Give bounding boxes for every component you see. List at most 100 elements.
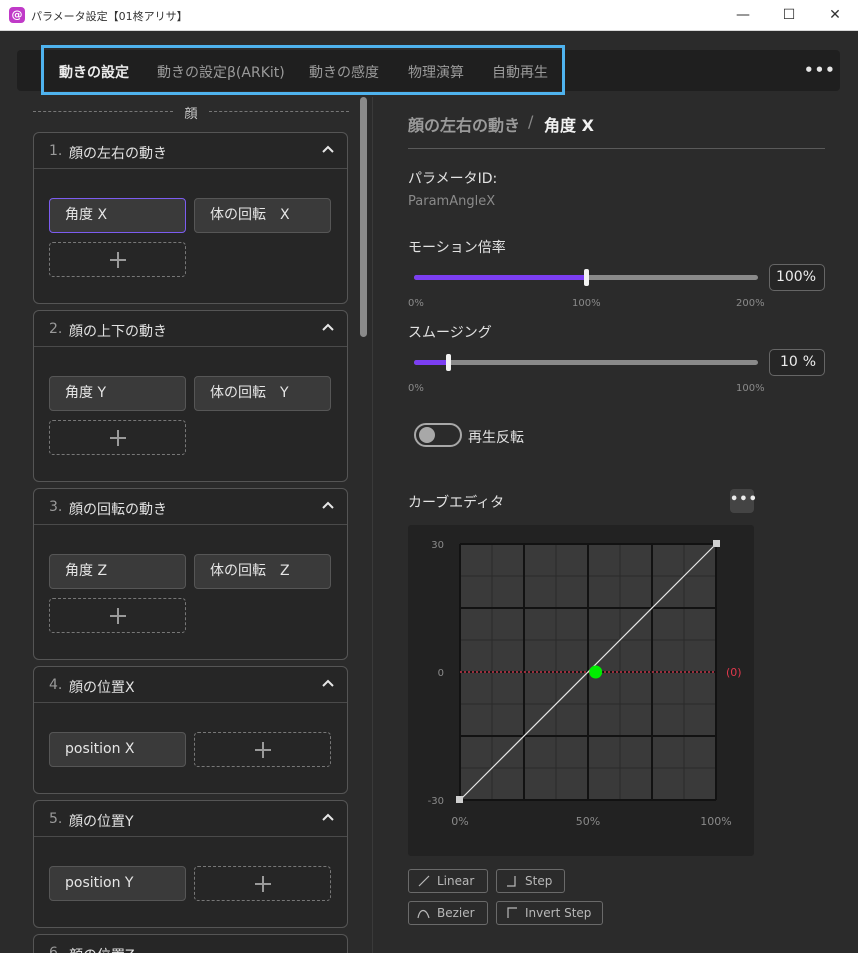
add-input-slot[interactable] — [194, 732, 331, 767]
invert-playback-label: 再生反転 — [468, 430, 524, 446]
section-header: 顔 — [33, 101, 349, 122]
panel-divider — [372, 97, 373, 953]
group-header[interactable]: 2. 顔の上下の動き — [34, 311, 347, 347]
curve-editor-label: カーブエディタ — [408, 495, 505, 511]
chip-angle-y[interactable]: 角度 Y — [49, 376, 186, 411]
chip-angle-z[interactable]: 角度 Z — [49, 554, 186, 589]
bezier-icon — [417, 904, 431, 919]
chip-angle-x[interactable]: 角度 X — [49, 198, 186, 233]
section-divider-left — [33, 111, 173, 112]
chip-position-y[interactable]: position Y — [49, 866, 186, 901]
curve-current-point — [589, 665, 603, 679]
page-title: 角度 X — [544, 116, 594, 135]
group-title: 顔の上下の動き — [69, 324, 167, 340]
section-divider-right — [209, 111, 349, 112]
group-title: 顔の回転の動き — [69, 502, 167, 518]
curve-y-tick-zero: 0 — [438, 668, 444, 679]
group-header[interactable]: 6. 顔の位置Z — [34, 935, 347, 953]
smoothing-thumb[interactable] — [446, 354, 452, 371]
breadcrumb-parent[interactable]: 顔の左右の動き — [408, 112, 520, 136]
chip-body-rotation-y[interactable]: 体の回転 Y — [194, 376, 331, 411]
curve-more-button[interactable]: ••• — [730, 489, 757, 513]
group-header[interactable]: 1. 顔の左右の動き — [34, 133, 347, 169]
plus-icon — [109, 429, 126, 446]
group-face-rotation: 3. 顔の回転の動き 角度 Z 体の回転 Z — [33, 488, 348, 660]
smoothing-fill — [414, 360, 449, 365]
motion-scale-fill — [414, 275, 586, 280]
interp-invert-step-button[interactable]: Invert Step — [496, 901, 603, 925]
smoothing-slider[interactable] — [414, 354, 758, 371]
motion-tick-max: 200% — [736, 298, 765, 309]
tab-highlight-frame — [41, 45, 565, 95]
chip-body-rotation-z[interactable]: 体の回転 Z — [194, 554, 331, 589]
add-input-slot[interactable] — [49, 242, 186, 277]
add-input-slot[interactable] — [49, 420, 186, 455]
add-input-slot[interactable] — [194, 866, 331, 901]
curve-x-tick-max: 100% — [700, 815, 731, 828]
motion-scale-label: モーション倍率 — [408, 240, 506, 256]
curve-editor[interactable]: 30 0 -30 0% 50% 100% (0) — [408, 525, 754, 856]
header-divider — [408, 148, 825, 149]
curve-zero-label: (0) — [726, 666, 742, 679]
window-title: パラメータ設定【01柊アリサ】 — [31, 10, 188, 23]
plus-icon — [109, 607, 126, 624]
curve-x-tick-min: 0% — [451, 815, 468, 828]
curve-end-handle[interactable] — [713, 540, 720, 547]
smoothing-value[interactable]: 10 % — [769, 349, 825, 376]
group-number: 1. — [49, 143, 63, 159]
add-input-slot[interactable] — [49, 598, 186, 633]
plus-icon — [254, 741, 271, 758]
invert-step-icon — [505, 904, 519, 918]
interp-linear-button[interactable]: Linear — [408, 869, 488, 893]
chevron-up-icon[interactable] — [321, 143, 335, 157]
toggle-knob — [419, 427, 435, 443]
plus-icon — [109, 251, 126, 268]
motion-tick-min: 0% — [408, 298, 424, 309]
interp-bezier-label: Bezier — [437, 906, 475, 920]
curve-graph[interactable]: 30 0 -30 0% 50% 100% (0) — [408, 525, 754, 856]
app-icon: @ — [9, 7, 25, 23]
more-horizontal-icon[interactable]: ••• — [804, 61, 836, 79]
smoothing-value-number: 10 — [780, 354, 798, 370]
motion-scale-slider[interactable] — [414, 269, 758, 286]
curve-y-tick-min: -30 — [428, 796, 444, 807]
group-face-up-down: 2. 顔の上下の動き 角度 Y 体の回転 Y — [33, 310, 348, 482]
title-bar: @ パラメータ設定【01柊アリサ】 — ☐ ✕ — [0, 0, 858, 31]
group-number: 2. — [49, 321, 63, 337]
close-button[interactable]: ✕ — [812, 0, 858, 31]
interp-linear-label: Linear — [437, 874, 475, 888]
group-number: 3. — [49, 499, 63, 515]
section-title: 顔 — [184, 107, 198, 122]
smoothing-tick-min: 0% — [408, 383, 424, 394]
chip-position-x[interactable]: position X — [49, 732, 186, 767]
invert-playback-toggle[interactable] — [414, 423, 462, 447]
chevron-up-icon[interactable] — [321, 811, 335, 825]
maximize-button[interactable]: ☐ — [766, 0, 812, 31]
step-icon — [505, 872, 519, 887]
minimize-button[interactable]: — — [720, 0, 766, 31]
group-title: 顔の位置X — [69, 680, 135, 696]
chip-body-rotation-x[interactable]: 体の回転 X — [194, 198, 331, 233]
chevron-up-icon[interactable] — [321, 677, 335, 691]
group-number: 6. — [49, 945, 63, 953]
motion-scale-value[interactable]: 100% — [769, 264, 825, 291]
group-title: 顔の位置Z — [69, 945, 135, 953]
plus-icon — [254, 875, 271, 892]
group-title: 顔の左右の動き — [69, 146, 167, 162]
interp-bezier-button[interactable]: Bezier — [408, 901, 488, 925]
smoothing-unit: % — [802, 354, 816, 370]
chevron-up-icon[interactable] — [321, 321, 335, 335]
chevron-up-icon[interactable] — [321, 499, 335, 513]
group-header[interactable]: 4. 顔の位置X — [34, 667, 347, 703]
curve-start-handle[interactable] — [456, 796, 463, 803]
breadcrumb-separator: / — [528, 112, 534, 131]
param-id-value: ParamAngleX — [408, 194, 496, 209]
group-header[interactable]: 3. 顔の回転の動き — [34, 489, 347, 525]
left-scrollbar[interactable] — [360, 97, 367, 337]
interp-step-button[interactable]: Step — [496, 869, 565, 893]
group-face-left-right: 1. 顔の左右の動き 角度 X 体の回転 X — [33, 132, 348, 304]
motion-scale-thumb[interactable] — [584, 269, 589, 286]
group-header[interactable]: 5. 顔の位置Y — [34, 801, 347, 837]
curve-x-tick-mid: 50% — [576, 815, 600, 828]
interp-step-label: Step — [525, 874, 553, 888]
